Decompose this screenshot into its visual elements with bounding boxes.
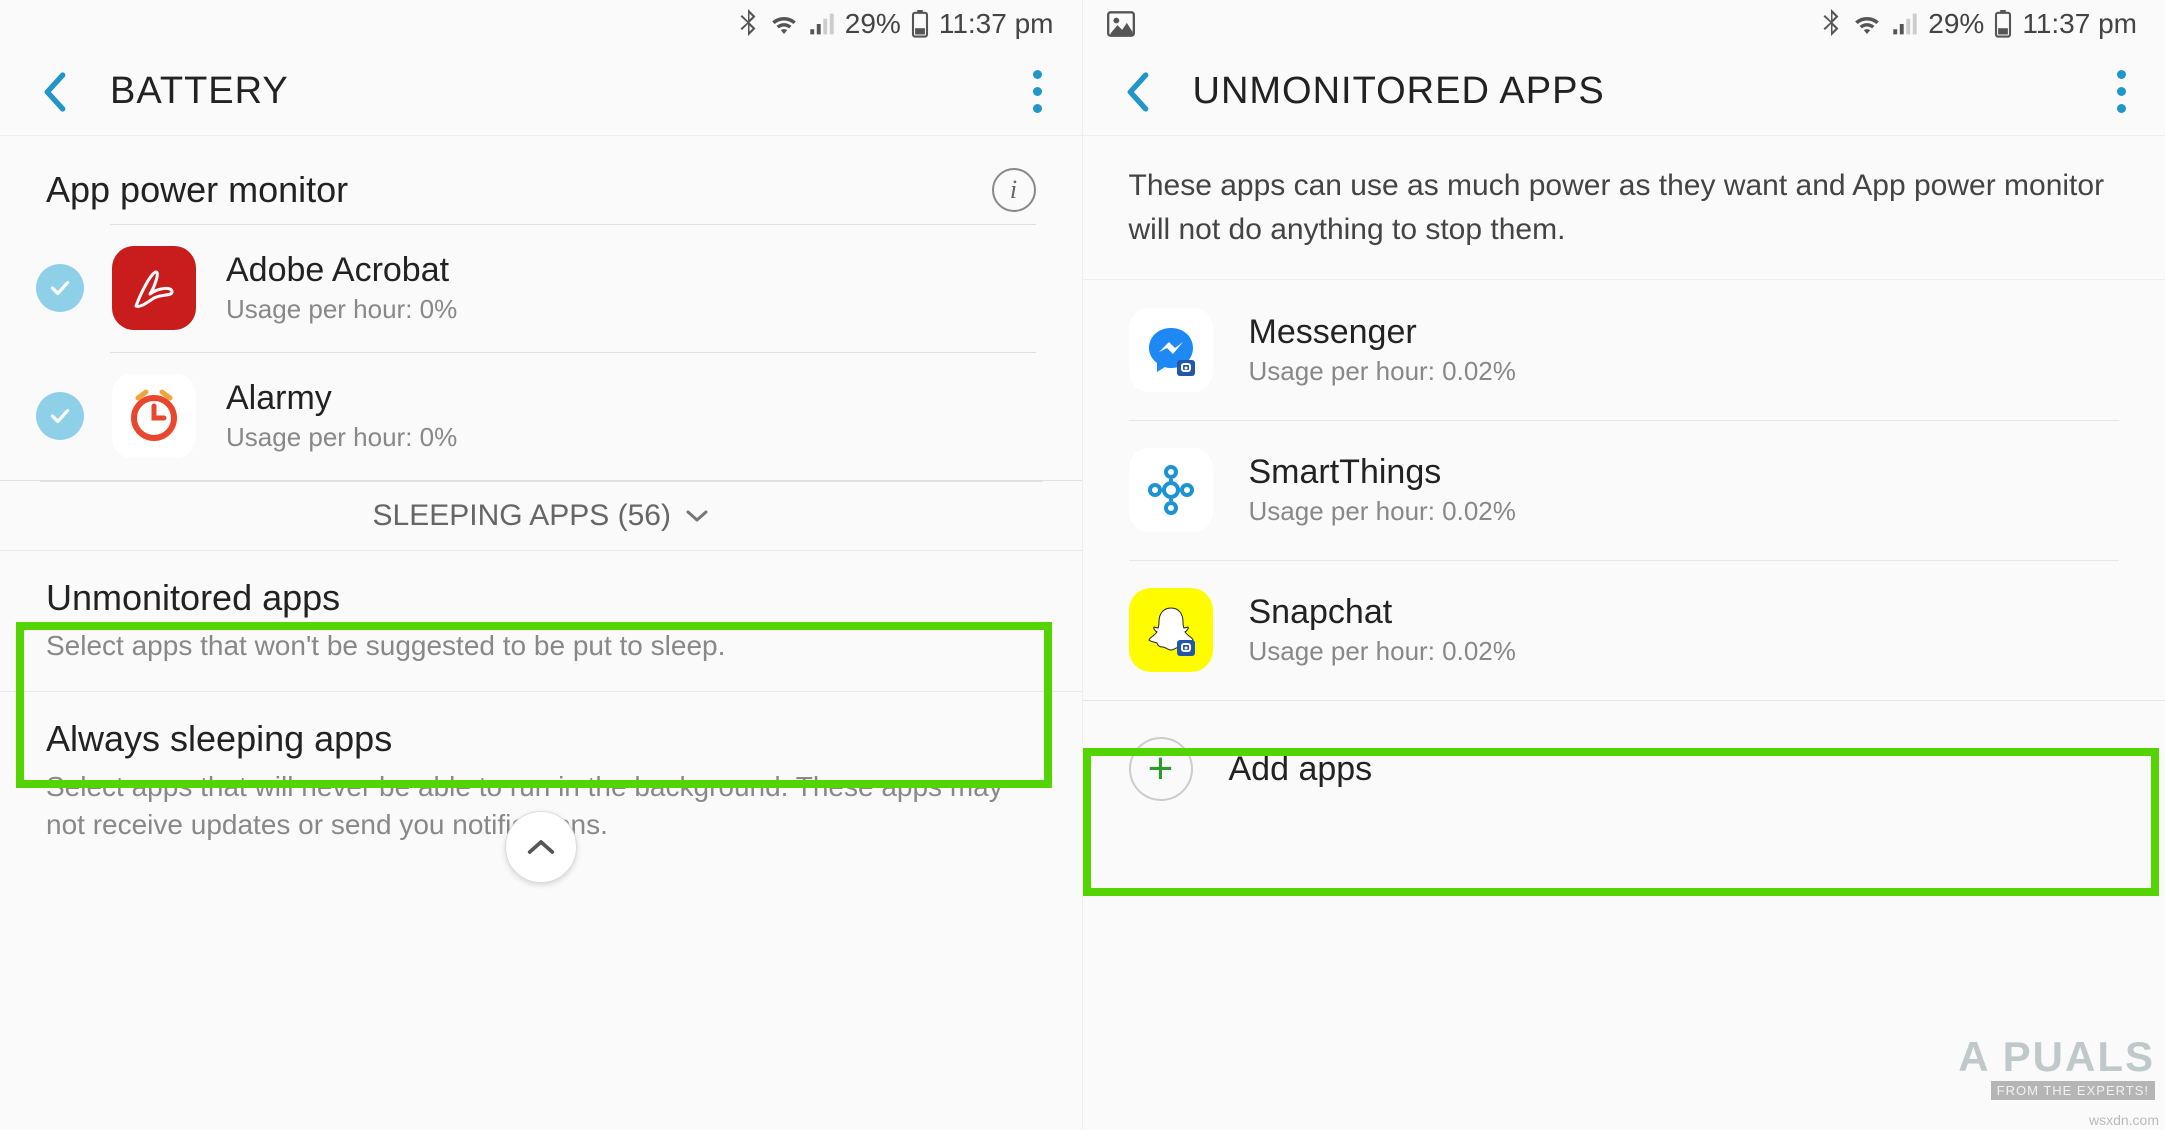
signal-icon [809,12,835,36]
app-name-label: SmartThings [1249,453,1516,492]
setting-subtitle: Select apps that won't be suggested to b… [46,627,1036,665]
app-usage-label: Usage per hour: 0.02% [1249,356,1516,387]
scroll-up-button[interactable] [505,811,577,883]
app-name-label: Adobe Acrobat [226,251,457,290]
page-title: UNMONITORED APPS [1193,70,2116,113]
unmonitored-apps-screen: 29% 11:37 pm UNMONITORED APPS These apps… [1083,0,2165,1130]
app-name-label: Alarmy [226,379,457,418]
app-usage-label: Usage per hour: 0% [226,422,457,453]
checkmark-icon[interactable] [36,392,84,440]
app-name-label: Messenger [1249,313,1516,352]
battery-screen: 29% 11:37 pm BATTERY App power monitor i [0,0,1083,1130]
alarmy-icon [112,374,196,458]
battery-percentage: 29% [845,8,901,40]
app-row-alarmy[interactable]: Alarmy Usage per hour: 0% [0,352,1082,480]
info-icon[interactable]: i [992,168,1036,212]
wifi-icon [769,12,799,36]
app-usage-label: Usage per hour: 0% [226,294,457,325]
content-area: These apps can use as much power as they… [1083,136,2165,1130]
source-watermark: wsxdn.com [2089,1112,2159,1128]
battery-icon [911,10,929,38]
back-button[interactable] [1123,77,1153,107]
smartthings-icon [1129,448,1213,532]
description-text: These apps can use as much power as they… [1083,136,2165,280]
wifi-icon [1852,12,1882,36]
setting-title: Always sleeping apps [46,718,1036,760]
app-usage-label: Usage per hour: 0.02% [1249,496,1516,527]
add-apps-label: Add apps [1229,750,1373,789]
add-apps-row[interactable]: + Add apps [1083,700,2165,837]
unmonitored-apps-row[interactable]: Unmonitored apps Select apps that won't … [0,550,1082,691]
app-row-smartthings[interactable]: SmartThings Usage per hour: 0.02% [1083,420,2165,560]
app-row-snapchat[interactable]: Snapchat Usage per hour: 0.02% [1083,560,2165,700]
status-bar: 29% 11:37 pm [1083,0,2165,48]
sleeping-apps-toggle[interactable]: SLEEPING APPS (56) [0,480,1082,550]
chevron-down-icon [685,508,709,524]
messenger-icon [1129,308,1213,392]
app-bar: UNMONITORED APPS [1083,48,2165,136]
adobe-acrobat-icon [112,246,196,330]
app-usage-label: Usage per hour: 0.02% [1249,636,1516,667]
app-row-messenger[interactable]: Messenger Usage per hour: 0.02% [1083,280,2165,420]
bluetooth-icon [737,9,759,39]
section-title: App power monitor [46,169,348,211]
content-area: App power monitor i Adobe Acrobat Usage … [0,136,1082,1130]
always-sleeping-apps-row[interactable]: Always sleeping apps Select apps that wi… [0,691,1082,870]
status-bar: 29% 11:37 pm [0,0,1082,48]
back-button[interactable] [40,77,70,107]
snapchat-icon [1129,588,1213,672]
plus-icon: + [1129,737,1193,801]
battery-percentage: 29% [1928,8,1984,40]
battery-icon [1994,10,2012,38]
overflow-menu-button[interactable] [2115,70,2127,113]
page-title: BATTERY [110,70,1032,113]
image-icon [1107,11,1135,37]
appuals-watermark: A PUALS FROM THE EXPERTS! [1958,1033,2155,1100]
app-bar: BATTERY [0,48,1082,136]
clock-time: 11:37 pm [2022,8,2137,40]
setting-title: Unmonitored apps [46,577,1036,619]
sleeping-apps-label: SLEEPING APPS (56) [373,499,671,533]
signal-icon [1892,12,1918,36]
checkmark-icon[interactable] [36,264,84,312]
app-row-adobe-acrobat[interactable]: Adobe Acrobat Usage per hour: 0% [0,224,1082,352]
clock-time: 11:37 pm [939,8,1054,40]
overflow-menu-button[interactable] [1032,70,1044,113]
section-header: App power monitor i [0,136,1082,224]
bluetooth-icon [1820,9,1842,39]
app-name-label: Snapchat [1249,593,1516,632]
